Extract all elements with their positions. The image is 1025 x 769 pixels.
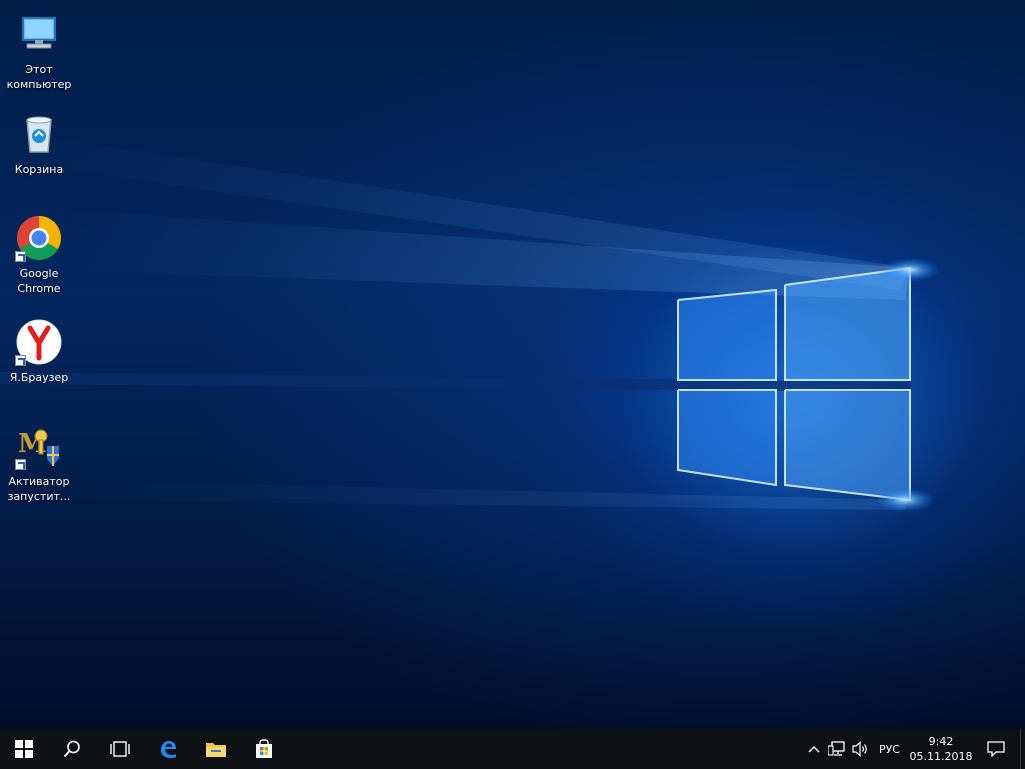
network-button[interactable] bbox=[825, 729, 849, 769]
clock-time: 9:42 bbox=[928, 735, 954, 748]
file-explorer-icon bbox=[206, 743, 226, 757]
this-pc-icon bbox=[15, 10, 63, 58]
start-icon bbox=[15, 740, 33, 758]
desktop-icon-yandex-browser[interactable]: Я.Браузер bbox=[2, 318, 76, 385]
start-button[interactable] bbox=[0, 729, 48, 769]
search-icon bbox=[63, 740, 80, 758]
chrome-icon bbox=[15, 214, 63, 262]
desktop-icon-this-pc[interactable]: Этот компьютер bbox=[2, 10, 76, 92]
action-center-button[interactable] bbox=[976, 729, 1016, 769]
shortcut-arrow-icon bbox=[15, 355, 26, 366]
chevron-up-icon bbox=[808, 746, 820, 753]
store-button[interactable] bbox=[240, 729, 288, 769]
edge-icon bbox=[161, 741, 176, 758]
desktop-icon-label: Активатор запустит... bbox=[7, 475, 71, 503]
task-view-button[interactable] bbox=[96, 729, 144, 769]
yandex-browser-icon bbox=[15, 318, 63, 366]
desktop-wallpaper bbox=[0, 0, 1025, 729]
store-icon bbox=[256, 739, 272, 758]
network-icon bbox=[827, 741, 845, 756]
shortcut-arrow-icon bbox=[15, 459, 26, 470]
task-view-icon bbox=[110, 741, 130, 757]
activator-icon: M bbox=[15, 422, 63, 470]
show-hidden-icons-button[interactable] bbox=[803, 729, 825, 769]
clock-date: 05.11.2018 bbox=[909, 750, 973, 763]
edge-button[interactable] bbox=[144, 729, 192, 769]
system-tray: РУС 9:42 05.11.2018 bbox=[803, 729, 1025, 769]
volume-button[interactable] bbox=[849, 729, 873, 769]
shortcut-arrow-icon bbox=[15, 251, 26, 262]
desktop-icon-activator[interactable]: M Активатор запустит... bbox=[2, 422, 76, 504]
volume-icon bbox=[852, 741, 867, 757]
windows-logo-light-beams bbox=[0, 130, 940, 512]
desktop-icon-label: Google Chrome bbox=[17, 267, 61, 295]
notification-icon bbox=[987, 741, 1005, 757]
desktop-icon-label: Я.Браузер bbox=[9, 371, 69, 384]
taskbar: РУС 9:42 05.11.2018 bbox=[0, 729, 1025, 769]
show-desktop-button[interactable] bbox=[1020, 729, 1025, 769]
desktop-icon-label: Корзина bbox=[14, 163, 64, 176]
recycle-bin-icon bbox=[15, 110, 63, 158]
desktop-icon-recycle-bin[interactable]: Корзина bbox=[2, 110, 76, 177]
search-button[interactable] bbox=[48, 729, 96, 769]
input-language-indicator[interactable]: РУС bbox=[873, 729, 906, 769]
clock[interactable]: 9:42 05.11.2018 bbox=[906, 729, 976, 769]
file-explorer-button[interactable] bbox=[192, 729, 240, 769]
desktop-icon-label: Этот компьютер bbox=[6, 63, 72, 91]
desktop-icon-google-chrome[interactable]: Google Chrome bbox=[2, 214, 76, 296]
